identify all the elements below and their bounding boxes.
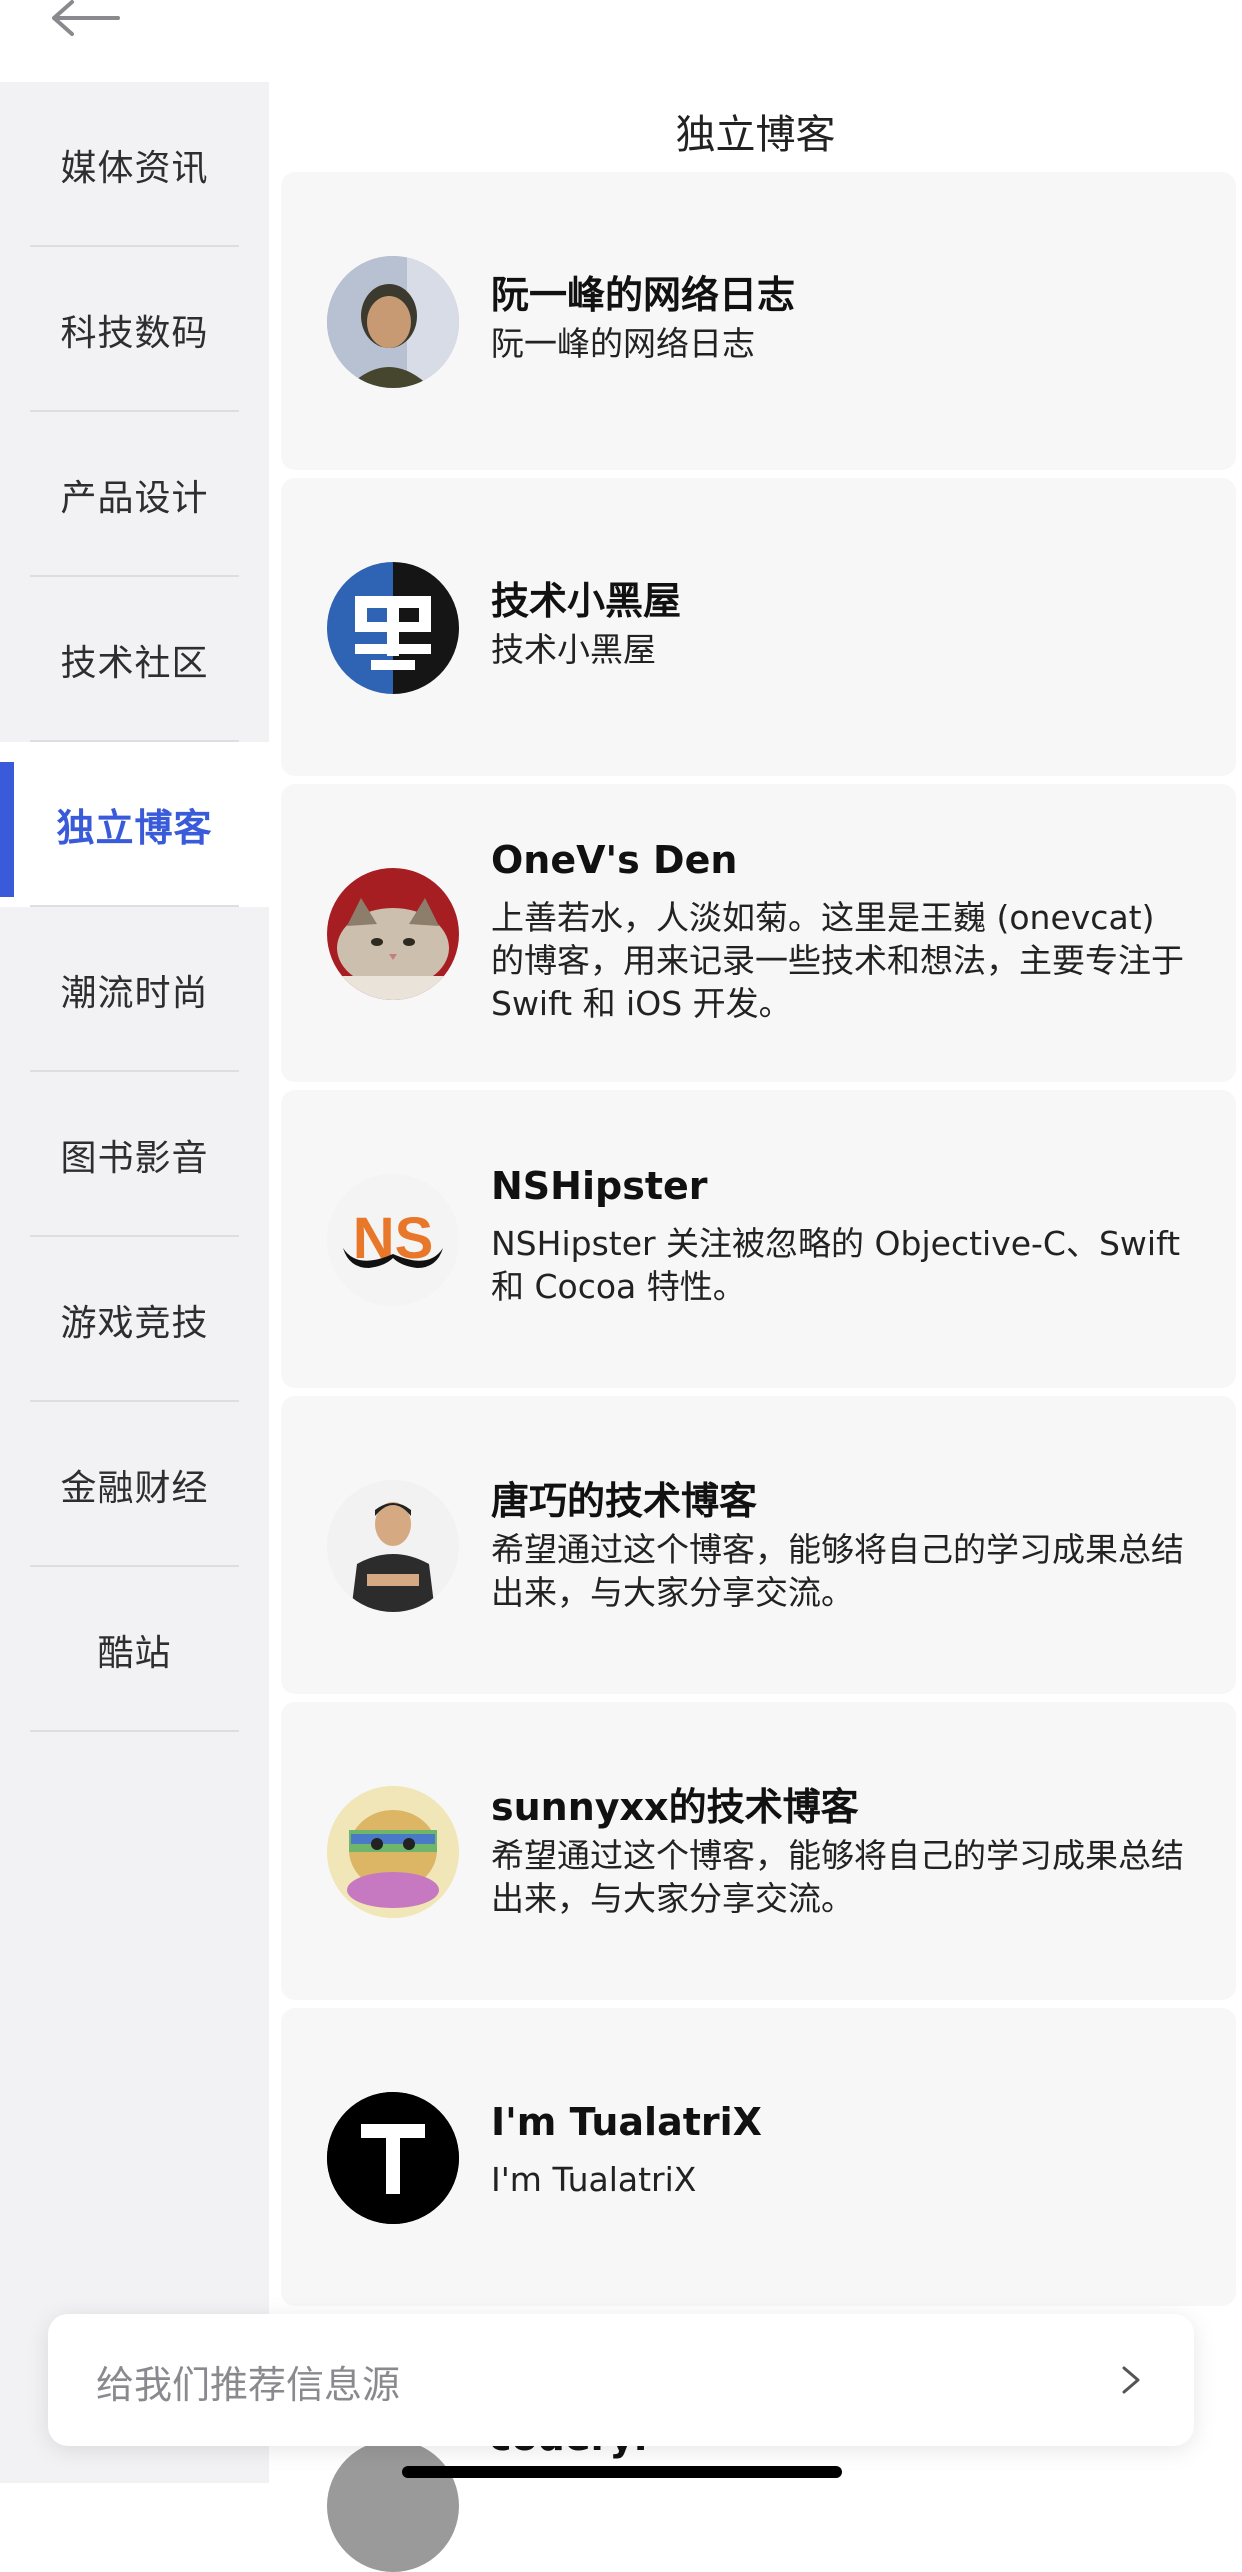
person-photo-avatar [327, 1480, 459, 1612]
avatar [327, 2440, 459, 2572]
blog-list-panel: 独立博客 阮一峰的网络日志 阮一峰的网络日志 技术小黑屋 技术小黑屋 OneV'… [269, 82, 1242, 2483]
sidebar-item-label: 潮流时尚 [60, 972, 209, 1014]
doge-avatar [327, 1786, 459, 1918]
recommend-source-label: 给我们推荐信息源 [96, 2363, 401, 2407]
sidebar-item-label: 科技数码 [60, 312, 209, 354]
card-title: sunnyxx的技术博客 [491, 1785, 859, 1829]
card-description: NSHipster 关注被忽略的 Objective-C、Swift 和 Coc… [491, 1224, 1181, 1306]
card-description: 希望通过这个博客，能够将自己的学习成果总结出来，与大家分享交流。 [491, 1836, 1184, 1918]
card-description: 上善若水，人淡如菊。这里是王巍 (onevcat) 的博客，用来记录一些技术和想… [491, 898, 1184, 1023]
chevron-right-icon [1122, 2366, 1140, 2394]
list-item[interactable]: 技术小黑屋 技术小黑屋 [281, 478, 1236, 776]
sidebar-item-tech-community[interactable]: 技术社区 [0, 577, 269, 742]
sidebar-item-label: 产品设计 [60, 477, 209, 519]
recommend-source-button[interactable]: 给我们推荐信息源 [48, 2314, 1194, 2446]
sidebar-item-label: 独立博客 [56, 806, 213, 850]
sidebar-item-gaming[interactable]: 游戏竞技 [0, 1237, 269, 1402]
card-title: 阮一峰的网络日志 [491, 273, 796, 317]
sidebar-item-finance[interactable]: 金融财经 [0, 1402, 269, 1567]
sidebar-item-label: 游戏竞技 [60, 1302, 209, 1344]
sidebar-item-independent-blogs[interactable]: 独立博客 [0, 742, 269, 907]
sidebar-item-fashion[interactable]: 潮流时尚 [0, 907, 269, 1072]
card-title: NSHipster [491, 1164, 708, 1208]
active-indicator [0, 762, 14, 897]
card-title: OneV's Den [491, 838, 738, 882]
arrow-left-icon[interactable] [48, 0, 120, 40]
card-title: I'm TualatriX [491, 2100, 762, 2144]
cat-avatar [327, 868, 459, 1000]
sidebar-item-product-design[interactable]: 产品设计 [0, 412, 269, 577]
card-title: 唐巧的技术博客 [491, 1479, 758, 1523]
sidebar-item-cool-sites[interactable]: 酷站 [0, 1567, 269, 1732]
qr-logo-avatar [327, 562, 459, 694]
sidebar-item-books-media[interactable]: 图书影音 [0, 1072, 269, 1237]
card-description: 阮一峰的网络日志 [491, 324, 755, 363]
sidebar-item-tech-digital[interactable]: 科技数码 [0, 247, 269, 412]
divider [30, 1730, 239, 1732]
sidebar-item-label: 媒体资讯 [60, 147, 209, 189]
page-title: 独立博客 [675, 112, 836, 158]
person-photo-avatar [327, 256, 459, 388]
card-description: I'm TualatriX [491, 2160, 697, 2199]
top-bar [0, 0, 1242, 82]
list-item[interactable]: sunnyxx的技术博客 希望通过这个博客，能够将自己的学习成果总结出来，与大家… [281, 1702, 1236, 2000]
list-item[interactable]: NS NSHipster NSHipster 关注被忽略的 Objective-… [281, 1090, 1236, 1388]
list-item[interactable]: OneV's Den 上善若水，人淡如菊。这里是王巍 (onevcat) 的博客… [281, 784, 1236, 1082]
letter-t-avatar [327, 2092, 459, 2224]
list-item[interactable]: 阮一峰的网络日志 阮一峰的网络日志 [281, 172, 1236, 470]
card-title: 技术小黑屋 [491, 579, 682, 623]
sidebar-item-label: 图书影音 [60, 1137, 209, 1179]
home-indicator [402, 2466, 842, 2478]
card-description: 技术小黑屋 [491, 630, 656, 669]
list-item[interactable]: I'm TualatriX I'm TualatriX [281, 2008, 1236, 2306]
card-description: 希望通过这个博客，能够将自己的学习成果总结出来，与大家分享交流。 [491, 1530, 1184, 1612]
sidebar-item-label: 技术社区 [60, 642, 209, 684]
sidebar-item-label: 酷站 [97, 1632, 172, 1674]
category-sidebar: 媒体资讯 科技数码 产品设计 技术社区 独立博客 潮流时尚 图书影音 游戏竞技 … [0, 82, 269, 2483]
sidebar-item-media[interactable]: 媒体资讯 [0, 82, 269, 247]
list-item[interactable]: 唐巧的技术博客 希望通过这个博客，能够将自己的学习成果总结出来，与大家分享交流。 [281, 1396, 1236, 1694]
mustache-logo-avatar: NS [327, 1174, 459, 1306]
sidebar-item-label: 金融财经 [60, 1467, 209, 1509]
